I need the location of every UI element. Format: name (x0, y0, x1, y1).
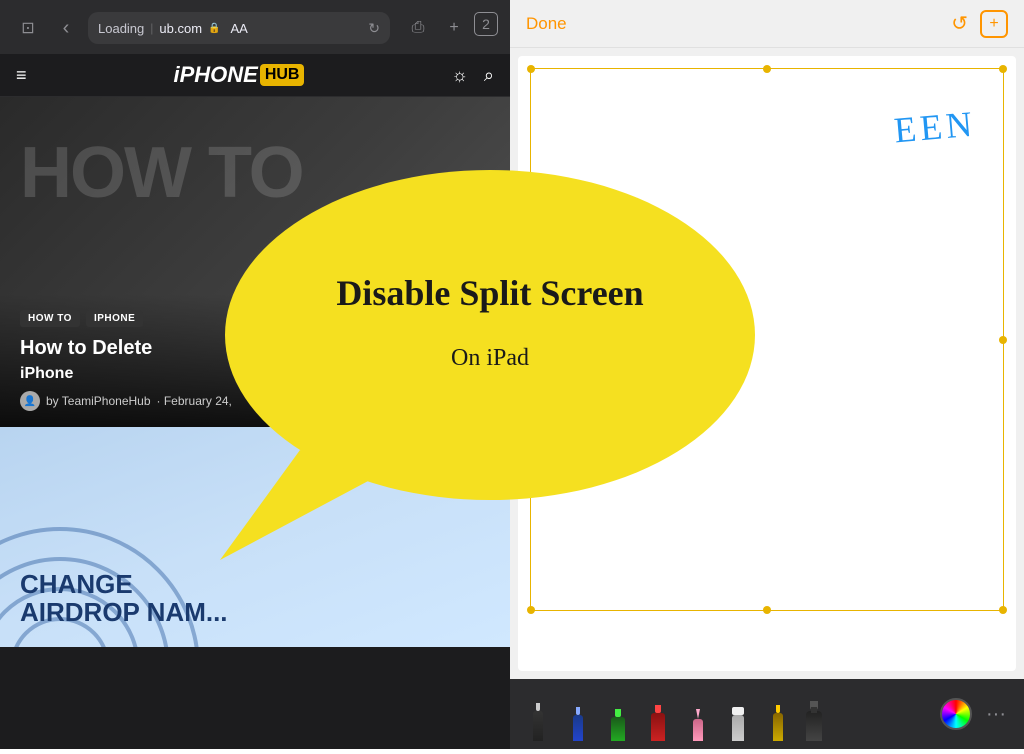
address-separator: | (150, 21, 153, 35)
handle-mid-left[interactable] (527, 336, 535, 344)
tabs-button[interactable]: 2 (474, 12, 498, 36)
date-text: · February 24, (157, 394, 232, 408)
article-title: How to Delete (20, 335, 490, 361)
pink-pencil-tool[interactable] (682, 687, 714, 741)
share-button[interactable]: ⎙ (402, 12, 434, 44)
article-meta: 👤 by TeamiPhoneHub · February 24, (20, 391, 490, 411)
loading-indicator: Loading (98, 21, 144, 36)
address-bar[interactable]: Loading | ub.com 🔒 AA ↻ (88, 12, 390, 44)
sidebar-toggle-button[interactable]: ⊡ (12, 12, 44, 44)
hamburger-menu-icon[interactable]: ≡ (16, 65, 27, 86)
airdrop-title: CHANGE AIRDROP NAM... (20, 570, 228, 627)
lock-icon: 🔒 (208, 23, 220, 34)
notes-topbar: Done ↺ + (510, 0, 1024, 48)
notes-canvas[interactable]: EEN (518, 56, 1016, 671)
black-pen-tool[interactable] (522, 687, 554, 741)
tag-howto: HOW TO (20, 310, 80, 327)
drawing-toolbar: ··· (510, 679, 1024, 749)
content-area: HOW TO HOW TO IPHONE How to Delete iPhon… (0, 97, 510, 749)
handle-top-mid[interactable] (763, 65, 771, 73)
logo-iphone-text: iPHONE (173, 62, 257, 88)
undo-icon[interactable]: ↺ (951, 11, 968, 36)
author-text: by TeamiPhoneHub (46, 394, 151, 408)
site-navbar: ≡ iPHONE HUB ☼ ⌕ (0, 54, 510, 97)
handle-bottom-right[interactable] (999, 606, 1007, 614)
article-tags: HOW TO IPHONE (20, 310, 490, 327)
site-logo: iPHONE HUB (173, 62, 304, 88)
handle-mid-right[interactable] (999, 336, 1007, 344)
new-tab-button[interactable]: + (438, 12, 470, 44)
article-bg-text: HOW TO (20, 137, 303, 209)
browser-actions: ⎙ + 2 (402, 12, 498, 44)
text-size-label: AA (231, 21, 248, 36)
handle-top-left[interactable] (527, 65, 535, 73)
ink-bottle-tool[interactable] (802, 687, 826, 741)
back-button[interactable]: ‹ (50, 12, 82, 44)
green-marker-tool[interactable] (602, 687, 634, 741)
handle-top-right[interactable] (999, 65, 1007, 73)
selection-box (530, 68, 1004, 611)
more-tools-button[interactable]: ··· (980, 703, 1012, 726)
browser-top-bar: ⊡ ‹ Loading | ub.com 🔒 AA ↻ ⎙ + 2 (12, 10, 498, 46)
brightness-icon[interactable]: ☼ (451, 65, 468, 86)
notes-top-icons: ↺ + (951, 10, 1008, 38)
article-card-1[interactable]: HOW TO HOW TO IPHONE How to Delete iPhon… (0, 97, 510, 427)
blue-pen-tool[interactable] (562, 687, 594, 741)
reload-icon[interactable]: ↻ (368, 20, 380, 37)
article-card-2[interactable]: CHANGE AIRDROP NAM... (0, 427, 510, 647)
red-marker-tool[interactable] (642, 687, 674, 741)
domain-text: ub.com (159, 21, 202, 36)
done-button[interactable]: Done (526, 14, 567, 34)
add-note-button[interactable]: + (980, 10, 1008, 38)
site-action-icons: ☼ ⌕ (451, 65, 494, 86)
eraser-tool[interactable] (722, 687, 754, 741)
search-icon[interactable]: ⌕ (484, 65, 494, 86)
color-wheel-button[interactable] (940, 698, 972, 730)
notes-panel: Done ↺ + EEN (510, 0, 1024, 749)
avatar: 👤 (20, 391, 40, 411)
browser-chrome: ⊡ ‹ Loading | ub.com 🔒 AA ↻ ⎙ + 2 (0, 0, 510, 54)
handle-bottom-left[interactable] (527, 606, 535, 614)
logo-hub-badge: HUB (260, 64, 305, 86)
tag-iphone: IPHONE (86, 310, 143, 327)
gold-pen-tool[interactable] (762, 687, 794, 741)
article-subtitle: iPhone (20, 365, 490, 383)
handle-bottom-mid[interactable] (763, 606, 771, 614)
browser-panel: ⊡ ‹ Loading | ub.com 🔒 AA ↻ ⎙ + 2 ≡ iPHO… (0, 0, 510, 749)
article-overlay: HOW TO IPHONE How to Delete iPhone 👤 by … (0, 294, 510, 427)
handwriting-text: EEN (892, 103, 977, 152)
